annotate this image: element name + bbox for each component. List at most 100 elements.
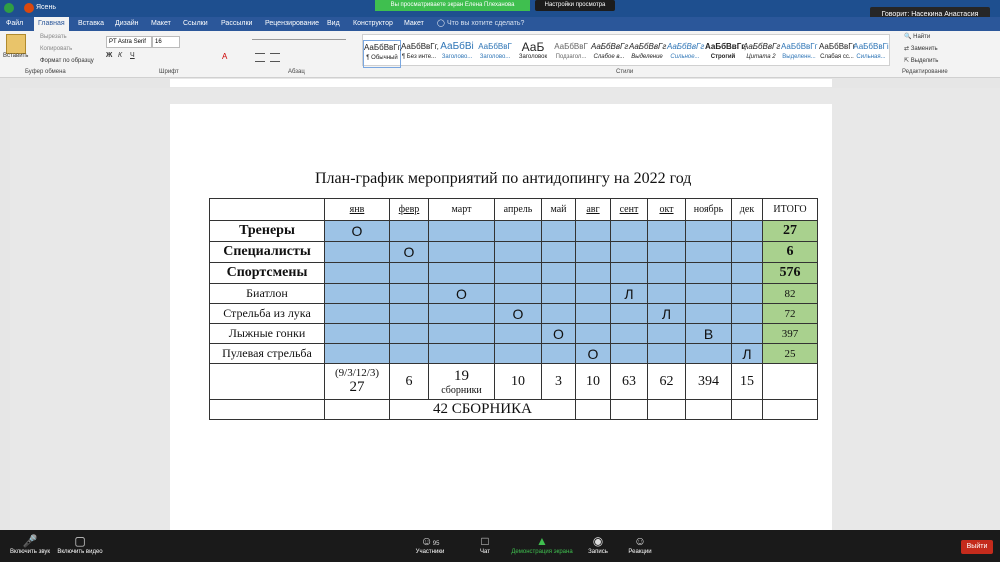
horizontal-ruler xyxy=(0,78,1000,88)
leave-meeting-button[interactable]: Выйти xyxy=(961,540,993,554)
style-intense-quote[interactable]: АаБбВвГг Выделенн... xyxy=(781,40,818,66)
share-screen-button[interactable]: ▲ Демонстрация экрана xyxy=(510,533,574,555)
copy-button[interactable]: Копировать xyxy=(40,46,72,52)
month-header: апрель xyxy=(494,198,542,221)
categories-row: Спортсмены 576 xyxy=(209,262,818,284)
sports-total: 25 xyxy=(762,343,818,364)
schedule-cell xyxy=(389,262,429,284)
style-subtle-reference[interactable]: АаБбВвГг Слабая сс... xyxy=(819,40,856,66)
schedule-cell xyxy=(610,262,648,284)
sports-label: Биатлон xyxy=(209,283,325,304)
style-subtle-emphasis[interactable]: АаБбВвГг Слабое в... xyxy=(591,40,628,66)
style-no-spacing[interactable]: АаБбВвГг, ¶ Без инте... xyxy=(401,40,439,66)
footer-row: 42 СБОРНИКА xyxy=(209,399,818,420)
paste-button[interactable]: Вставить xyxy=(3,53,28,59)
schedule-cell xyxy=(647,262,686,284)
tab-references[interactable]: Ссылки xyxy=(183,17,208,31)
style-emphasis[interactable]: АаБбВвГг Выделение xyxy=(629,40,666,66)
chat-icon: □ xyxy=(481,534,489,548)
total-header: ИТОГО xyxy=(762,198,818,221)
tab-table-layout[interactable]: Макет xyxy=(404,17,424,31)
font-size-select[interactable]: 16 xyxy=(152,36,180,48)
tab-constructor[interactable]: Конструктор xyxy=(353,17,393,31)
sports-row: Пулевая стрельба О Л 25 xyxy=(209,343,818,364)
schedule-cell xyxy=(389,343,429,364)
tab-design[interactable]: Дизайн xyxy=(115,17,139,31)
tab-view[interactable]: Вид xyxy=(327,17,340,31)
schedule-cell xyxy=(575,303,611,324)
smiley-icon: ☺ xyxy=(633,534,647,548)
italic-button[interactable]: К xyxy=(118,52,122,59)
schedule-cell xyxy=(610,220,648,242)
style-strong[interactable]: АаБбВвГг, Строгий xyxy=(705,40,746,66)
styles-gallery: АаБбВвГг, ¶ Обычный АаБбВвГг, ¶ Без инте..… xyxy=(362,34,890,68)
start-video-button[interactable]: ▢ Включить видео xyxy=(50,533,110,555)
schedule-cell xyxy=(324,262,390,284)
categories-label: Специалисты xyxy=(209,241,325,263)
tab-review[interactable]: Рецензирование xyxy=(265,17,319,31)
paragraph-group-label: Абзац xyxy=(288,69,305,75)
view-options-button[interactable]: Настройки просмотра xyxy=(535,0,615,11)
style-quote[interactable]: АаБбВвГг Цитата 2 xyxy=(743,40,780,66)
sports-label: Пулевая стрельба xyxy=(209,343,325,364)
month-header: авг xyxy=(575,198,611,221)
style-intense-reference[interactable]: АаБбВвГі Сильная... xyxy=(853,40,889,66)
style-normal[interactable]: АаБбВвГг, ¶ Обычный xyxy=(363,40,402,68)
align-center-icon[interactable] xyxy=(270,53,280,62)
schedule-cell xyxy=(494,220,542,242)
sports-row: Биатлон О Л 82 xyxy=(209,283,818,304)
chat-button[interactable]: □ Чат xyxy=(455,533,515,555)
window-title: Ясень xyxy=(36,4,56,11)
list-icons[interactable] xyxy=(252,39,346,40)
tab-mailings[interactable]: Рассылки xyxy=(221,17,252,31)
cut-button[interactable]: Вырезать xyxy=(40,34,67,40)
tab-home[interactable]: Главная xyxy=(34,17,69,31)
mar-subtitle: сборники xyxy=(441,384,482,396)
align-left-icon[interactable] xyxy=(255,53,265,62)
schedule-cell xyxy=(685,303,732,324)
tab-file[interactable]: Файл xyxy=(6,17,23,31)
font-color-icon[interactable]: A xyxy=(222,52,227,61)
footer-empty-cell xyxy=(731,399,763,420)
format-painter-button[interactable]: Формат по образцу xyxy=(40,58,94,64)
summary-cell-nov: 394 xyxy=(685,363,732,400)
schedule-cell xyxy=(685,283,732,304)
style-heading1[interactable]: АаБбВі Заголово... xyxy=(439,40,475,66)
style-title[interactable]: АаБ Заголовок xyxy=(515,40,551,66)
reactions-button[interactable]: ☺ Реакции xyxy=(610,533,670,555)
replace-button[interactable]: ⇄ Заменить xyxy=(904,45,938,52)
schedule-cell xyxy=(647,323,686,344)
bold-button[interactable]: Ж xyxy=(106,52,112,59)
tab-layout[interactable]: Макет xyxy=(151,17,171,31)
summary-cell-apr: 10 xyxy=(494,363,542,400)
footer-total: 42 СБОРНИКА xyxy=(389,399,576,420)
tell-me-search[interactable]: Что вы хотите сделать? xyxy=(447,17,524,31)
header-row: янв февр март апрель май авг сент окт но… xyxy=(209,198,818,221)
mar-total: 19 xyxy=(454,367,469,384)
schedule-cell xyxy=(324,343,390,364)
categories-label: Тренеры xyxy=(209,220,325,242)
sports-label: Стрельба из лука xyxy=(209,303,325,324)
summary-cell-sep: 63 xyxy=(610,363,648,400)
style-heading2[interactable]: АаБбВвГ Заголово... xyxy=(477,40,513,66)
font-group-label: Шрифт xyxy=(159,69,179,75)
tab-insert[interactable]: Вставка xyxy=(78,17,104,31)
record-icon xyxy=(24,3,34,13)
summary-empty-cell xyxy=(209,363,325,400)
participants-button[interactable]: ☺95 Участники xyxy=(400,533,460,555)
month-header: март xyxy=(428,198,495,221)
underline-button[interactable]: Ч xyxy=(130,52,135,59)
meeting-controls: 🎤 Включить звук ▢ Включить видео ☺95 Участн… xyxy=(0,530,1000,562)
summary-cell-aug: 10 xyxy=(575,363,611,400)
font-name-select[interactable]: PT Astra Serif xyxy=(106,36,152,48)
schedule-cell xyxy=(428,220,495,242)
schedule-cell xyxy=(389,303,429,324)
select-button[interactable]: ⇱ Выделить xyxy=(904,57,938,64)
paste-icon[interactable] xyxy=(6,34,26,54)
schedule-cell: О xyxy=(541,323,576,344)
style-subtitle[interactable]: АаБбВвГ Подзагол... xyxy=(553,40,589,66)
find-button[interactable]: 🔍 Найти xyxy=(904,33,930,40)
schedule-cell xyxy=(610,241,648,263)
jan-total: 27 xyxy=(349,378,365,395)
style-intense-emphasis[interactable]: АаБбВвГг Сильное... xyxy=(667,40,704,66)
